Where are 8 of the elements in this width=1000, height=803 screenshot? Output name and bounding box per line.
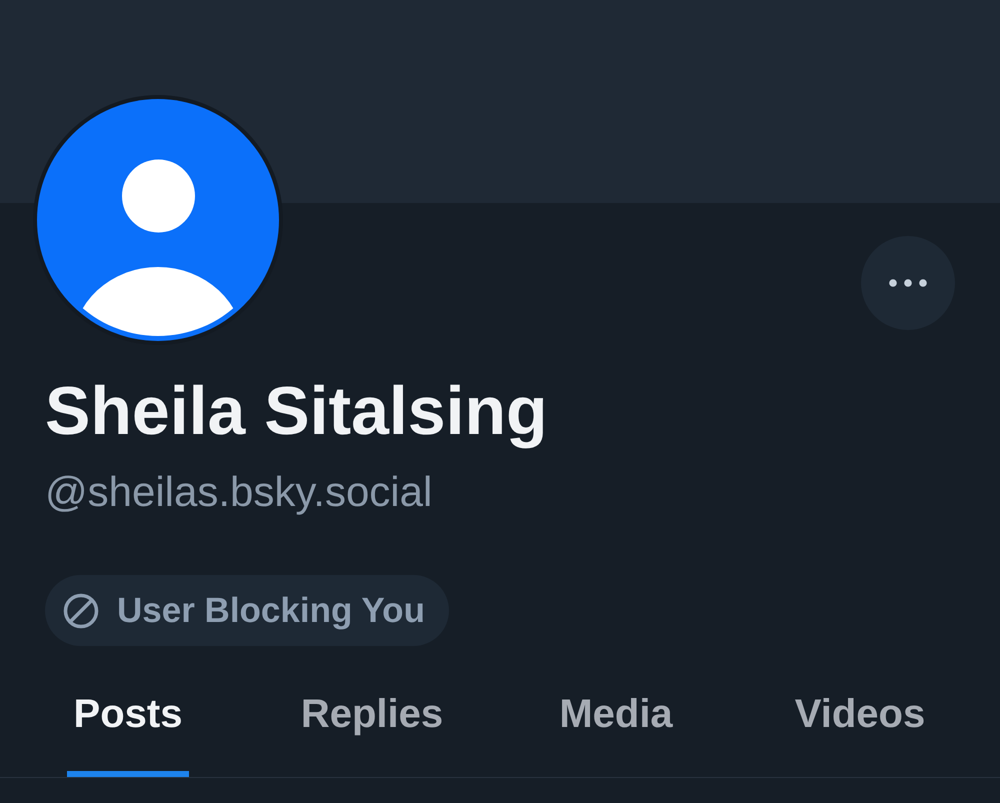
ellipsis-icon <box>889 279 927 287</box>
profile-tab[interactable]: Videos <box>788 676 932 777</box>
profile-tab[interactable]: Posts <box>66 676 190 777</box>
badge-label: User Blocking You <box>117 593 425 628</box>
blocked-icon <box>63 592 99 628</box>
profile-tab[interactable]: Media <box>552 676 680 777</box>
profile-tab[interactable]: Replies <box>294 676 450 777</box>
user-handle: @sheilas.bsky.social <box>45 471 432 513</box>
